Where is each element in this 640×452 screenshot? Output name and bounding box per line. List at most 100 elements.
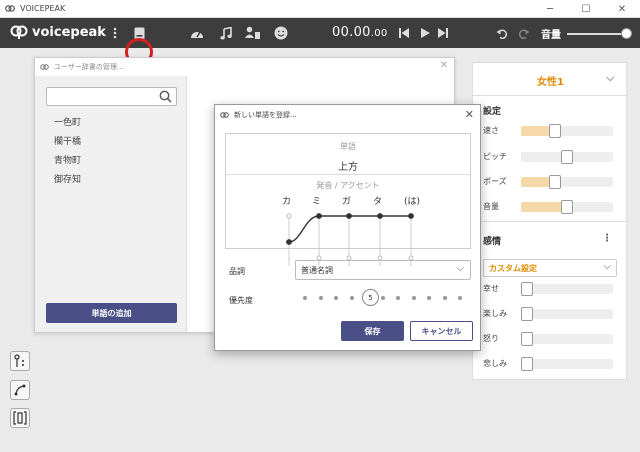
voicepeak-logo-icon: [220, 112, 229, 118]
slider-thumb[interactable]: [521, 357, 533, 371]
emotion-slider-row: 幸せ: [483, 282, 618, 296]
dictionary-window-title: ユーザー辞書の管理...: [54, 63, 124, 71]
priority-step-dot[interactable]: [303, 296, 307, 300]
voice-settings-panel: 女性1 ⌵ 設定 速さピッチポーズ音量 感情 ⋮ カスタム設定 ⌵ 幸せ楽しみ怒…: [472, 62, 628, 380]
settings-title: 設定: [483, 107, 502, 117]
character-name: 女性1: [537, 76, 564, 88]
slider-track[interactable]: [521, 124, 613, 138]
close-icon[interactable]: ✕: [604, 0, 640, 18]
priority-step-dot[interactable]: [427, 296, 431, 300]
dictionary-search-input[interactable]: [46, 87, 177, 106]
slider-thumb[interactable]: [561, 150, 573, 164]
slider-track[interactable]: [521, 200, 613, 214]
slider-thumb[interactable]: [549, 175, 561, 189]
range-tool-button[interactable]: [10, 408, 30, 428]
priority-slider-knob[interactable]: 5: [362, 289, 379, 306]
slider-label: ピッチ: [483, 152, 507, 161]
voicepeak-logo-icon: [40, 64, 49, 70]
accent-point-high[interactable]: [286, 213, 292, 219]
priority-step-dot[interactable]: [380, 296, 385, 300]
accent-curve: [288, 215, 411, 243]
slider-track[interactable]: [521, 332, 613, 346]
emotion-preset-value: カスタム設定: [489, 264, 537, 273]
chevron-down-icon: ⌵: [603, 261, 611, 272]
slider-label: 速さ: [483, 126, 499, 135]
word-entry-box: 単語 上方 発音 / アクセント カミガタ (は): [225, 133, 471, 266]
more-vertical-icon[interactable]: [110, 25, 120, 41]
speed-gauge-icon[interactable]: [189, 25, 205, 41]
slider-thumb[interactable]: [521, 282, 533, 296]
word-caption: 単語: [340, 142, 356, 151]
add-word-button[interactable]: 単語の追加: [46, 303, 177, 323]
cancel-button[interactable]: キャンセル: [410, 321, 473, 341]
smile-icon[interactable]: [273, 25, 289, 41]
speaker-settings-icon[interactable]: [244, 25, 262, 41]
emotion-preset-select[interactable]: カスタム設定 ⌵: [483, 259, 617, 277]
music-note-icon[interactable]: [218, 25, 234, 41]
slider-track[interactable]: [521, 175, 613, 189]
slider-label: 音量: [483, 202, 499, 211]
pos-value: 普通名詞: [301, 266, 333, 275]
new-word-dialog: 新しい単語を登録... ✕ 単語 上方 発音 / アクセント カミガタ (は) 品…: [214, 104, 481, 351]
emotion-title: 感情: [483, 237, 502, 247]
priority-step-dot[interactable]: [411, 296, 416, 300]
priority-step-dot[interactable]: [442, 296, 447, 300]
undo-icon[interactable]: [495, 26, 509, 40]
priority-label: 優先度: [229, 296, 253, 305]
pos-select[interactable]: 普通名詞 ⌵: [295, 260, 471, 280]
slider-label: 怒り: [483, 334, 499, 343]
slider-track[interactable]: [521, 282, 613, 296]
settings-slider-row: 速さ: [483, 124, 618, 138]
redo-icon[interactable]: [517, 26, 531, 40]
slider-thumb[interactable]: [561, 200, 573, 214]
range-tool-icon: [13, 411, 27, 425]
skip-start-icon[interactable]: [397, 26, 411, 40]
skip-end-icon[interactable]: [436, 26, 450, 40]
slider-label: 悲しみ: [483, 359, 507, 368]
slider-label: 楽しみ: [483, 309, 507, 318]
window-title: VOICEPEAK: [20, 4, 66, 13]
accent-point-high[interactable]: [377, 213, 383, 219]
accent-tool-button[interactable]: [10, 351, 30, 371]
slider-track[interactable]: [521, 357, 613, 371]
maximize-icon[interactable]: ☐: [568, 0, 604, 18]
voicepeak-logo-icon: [10, 25, 28, 39]
close-icon[interactable]: ✕: [440, 60, 448, 71]
play-icon[interactable]: [418, 26, 432, 40]
list-item[interactable]: 一色町: [54, 115, 81, 128]
close-icon[interactable]: ✕: [465, 108, 474, 121]
settings-slider-row: ピッチ: [483, 150, 618, 164]
accent-point-low[interactable]: [286, 239, 292, 245]
curve-tool-button[interactable]: [10, 380, 30, 400]
accent-editor[interactable]: [226, 206, 470, 266]
timer-fraction: .00: [370, 28, 388, 39]
priority-step-dot[interactable]: [396, 296, 400, 300]
slider-thumb[interactable]: [521, 307, 533, 321]
word-input[interactable]: 上方: [226, 158, 470, 173]
minimize-icon[interactable]: ─: [532, 0, 568, 18]
accent-tool-icon: [14, 354, 24, 367]
accent-point-high[interactable]: [346, 213, 352, 219]
accent-point-high[interactable]: [408, 213, 414, 219]
priority-step-dot[interactable]: [318, 296, 323, 300]
slider-thumb[interactable]: [549, 124, 561, 138]
accent-point-high[interactable]: [316, 213, 322, 219]
list-item[interactable]: 御存知: [54, 172, 81, 185]
list-item[interactable]: 青物町: [54, 153, 81, 166]
volume-slider-knob[interactable]: [621, 28, 632, 39]
more-vertical-icon[interactable]: ⋮: [602, 233, 612, 244]
voicepeak-logo-icon: [5, 4, 15, 12]
slider-thumb[interactable]: [521, 332, 533, 346]
priority-step-dot[interactable]: [334, 296, 338, 300]
settings-slider-row: ポーズ: [483, 175, 618, 189]
priority-step-dot[interactable]: [349, 296, 354, 300]
list-item[interactable]: 欄干橋: [54, 134, 81, 147]
slider-track[interactable]: [521, 150, 613, 164]
save-button[interactable]: 保存: [341, 321, 404, 341]
character-select[interactable]: 女性1 ⌵: [479, 69, 622, 91]
slider-track[interactable]: [521, 307, 613, 321]
dictionary-window-header: ユーザー辞書の管理... ✕: [35, 58, 454, 76]
playback-timer: 00.00.00: [332, 25, 388, 40]
priority-step-dot[interactable]: [458, 296, 462, 300]
volume-slider[interactable]: [567, 33, 627, 35]
